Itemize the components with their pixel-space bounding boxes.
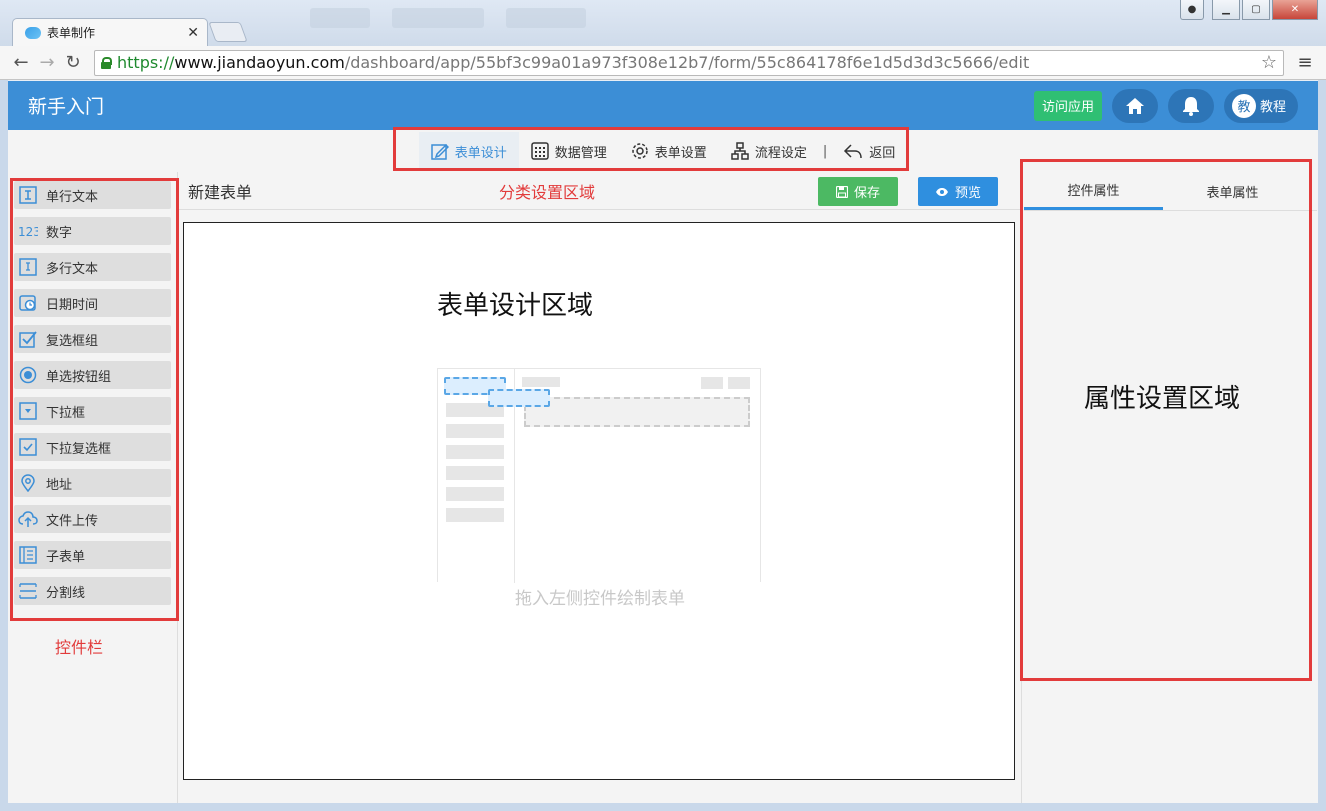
- tab-title: 表单制作: [47, 26, 96, 40]
- tutorial-button[interactable]: 教 教程: [1223, 88, 1298, 123]
- tutorial-label: 教程: [1259, 100, 1286, 115]
- bell-icon: [1182, 96, 1199, 116]
- illustration-drop-zone: [524, 397, 750, 427]
- background-ghost: [392, 8, 484, 28]
- window-border-left: [0, 80, 8, 803]
- drop-hint: 拖入左侧控件绘制表单: [515, 589, 685, 609]
- form-header: 新建表单 保存 预览: [179, 172, 1020, 210]
- illustration-bar: [701, 377, 723, 389]
- lock-icon: [101, 56, 112, 69]
- bookmark-star-icon[interactable]: ☆: [1261, 52, 1277, 73]
- illustration-bar: [446, 466, 504, 480]
- annotation-box-properties: [1020, 159, 1312, 681]
- annotation-form-design-area: 表单设计区域: [437, 291, 594, 321]
- back-arrow-icon[interactable]: ←: [8, 50, 34, 76]
- illustration-bar: [522, 377, 560, 387]
- annotation-box-controls: [10, 178, 179, 621]
- address-bar[interactable]: https://www.jiandaoyun.com/dashboard/app…: [94, 49, 1284, 76]
- url-host: www.jiandaoyun.com: [174, 53, 345, 72]
- hamburger-menu-icon[interactable]: ≡: [1292, 52, 1318, 73]
- home-icon: [1125, 97, 1144, 114]
- annotation-property-area: 属性设置区域: [1084, 384, 1241, 414]
- window-controls: ● ▁ ▢ ✕: [1180, 0, 1318, 20]
- reload-icon[interactable]: ↻: [60, 50, 86, 76]
- save-button[interactable]: 保存: [818, 177, 898, 206]
- annotation-box-tabbar: [393, 127, 909, 171]
- close-icon[interactable]: ✕: [187, 25, 199, 41]
- window-border-bottom: [0, 803, 1326, 811]
- maximize-button[interactable]: ▢: [1242, 0, 1270, 20]
- form-canvas[interactable]: 拖入左侧控件绘制表单: [183, 222, 1015, 780]
- illustration-bar: [728, 377, 750, 389]
- app-title: 新手入门: [28, 96, 105, 118]
- browser-tab[interactable]: 表单制作 ✕: [12, 18, 208, 46]
- form-design-area: 新建表单 保存 预览 拖入左侧控件绘制表单: [179, 172, 1020, 803]
- annotation-tabbar-area: 分类设置区域: [499, 183, 596, 202]
- illustration-bar: [446, 445, 504, 459]
- form-title: 新建表单: [188, 183, 253, 202]
- browser-titlebar: 表单制作 ✕ ● ▁ ▢ ✕: [0, 0, 1326, 46]
- window-border-right: [1318, 80, 1326, 803]
- background-ghost: [506, 8, 586, 28]
- annotation-controls-bar: 控件栏: [55, 638, 104, 657]
- illustration-bar: [446, 487, 504, 501]
- cloud-favicon-icon: [25, 26, 41, 39]
- visit-app-button[interactable]: 访问应用: [1033, 90, 1102, 121]
- notification-button[interactable]: [1167, 88, 1214, 123]
- forward-arrow-icon[interactable]: →: [34, 50, 60, 76]
- eye-icon: [935, 187, 949, 197]
- user-icon[interactable]: ●: [1180, 0, 1204, 20]
- new-tab-button[interactable]: [208, 22, 248, 42]
- browser-toolbar: ← → ↻ https://www.jiandaoyun.com/dashboa…: [0, 46, 1326, 80]
- window-close-button[interactable]: ✕: [1272, 0, 1318, 20]
- avatar: 教: [1231, 93, 1256, 118]
- url-scheme: https://: [117, 53, 175, 72]
- illustration-bar: [446, 424, 504, 438]
- preview-button[interactable]: 预览: [918, 177, 998, 206]
- url-text: https://www.jiandaoyun.com/dashboard/app…: [117, 53, 1029, 72]
- illustration-bar: [446, 508, 504, 522]
- illustration-dragging-item: [488, 389, 550, 407]
- save-label: 保存: [853, 186, 880, 201]
- url-path: /dashboard/app/55bf3c99a01a973f308e12b7/…: [344, 53, 1030, 72]
- drag-illustration: [437, 368, 761, 583]
- background-ghost: [310, 8, 370, 28]
- app-header: 新手入门 访问应用 教 教程: [8, 81, 1318, 130]
- preview-label: 预览: [954, 186, 981, 201]
- floppy-icon: [835, 185, 848, 198]
- minimize-button[interactable]: ▁: [1212, 0, 1240, 20]
- home-button[interactable]: [1111, 88, 1158, 123]
